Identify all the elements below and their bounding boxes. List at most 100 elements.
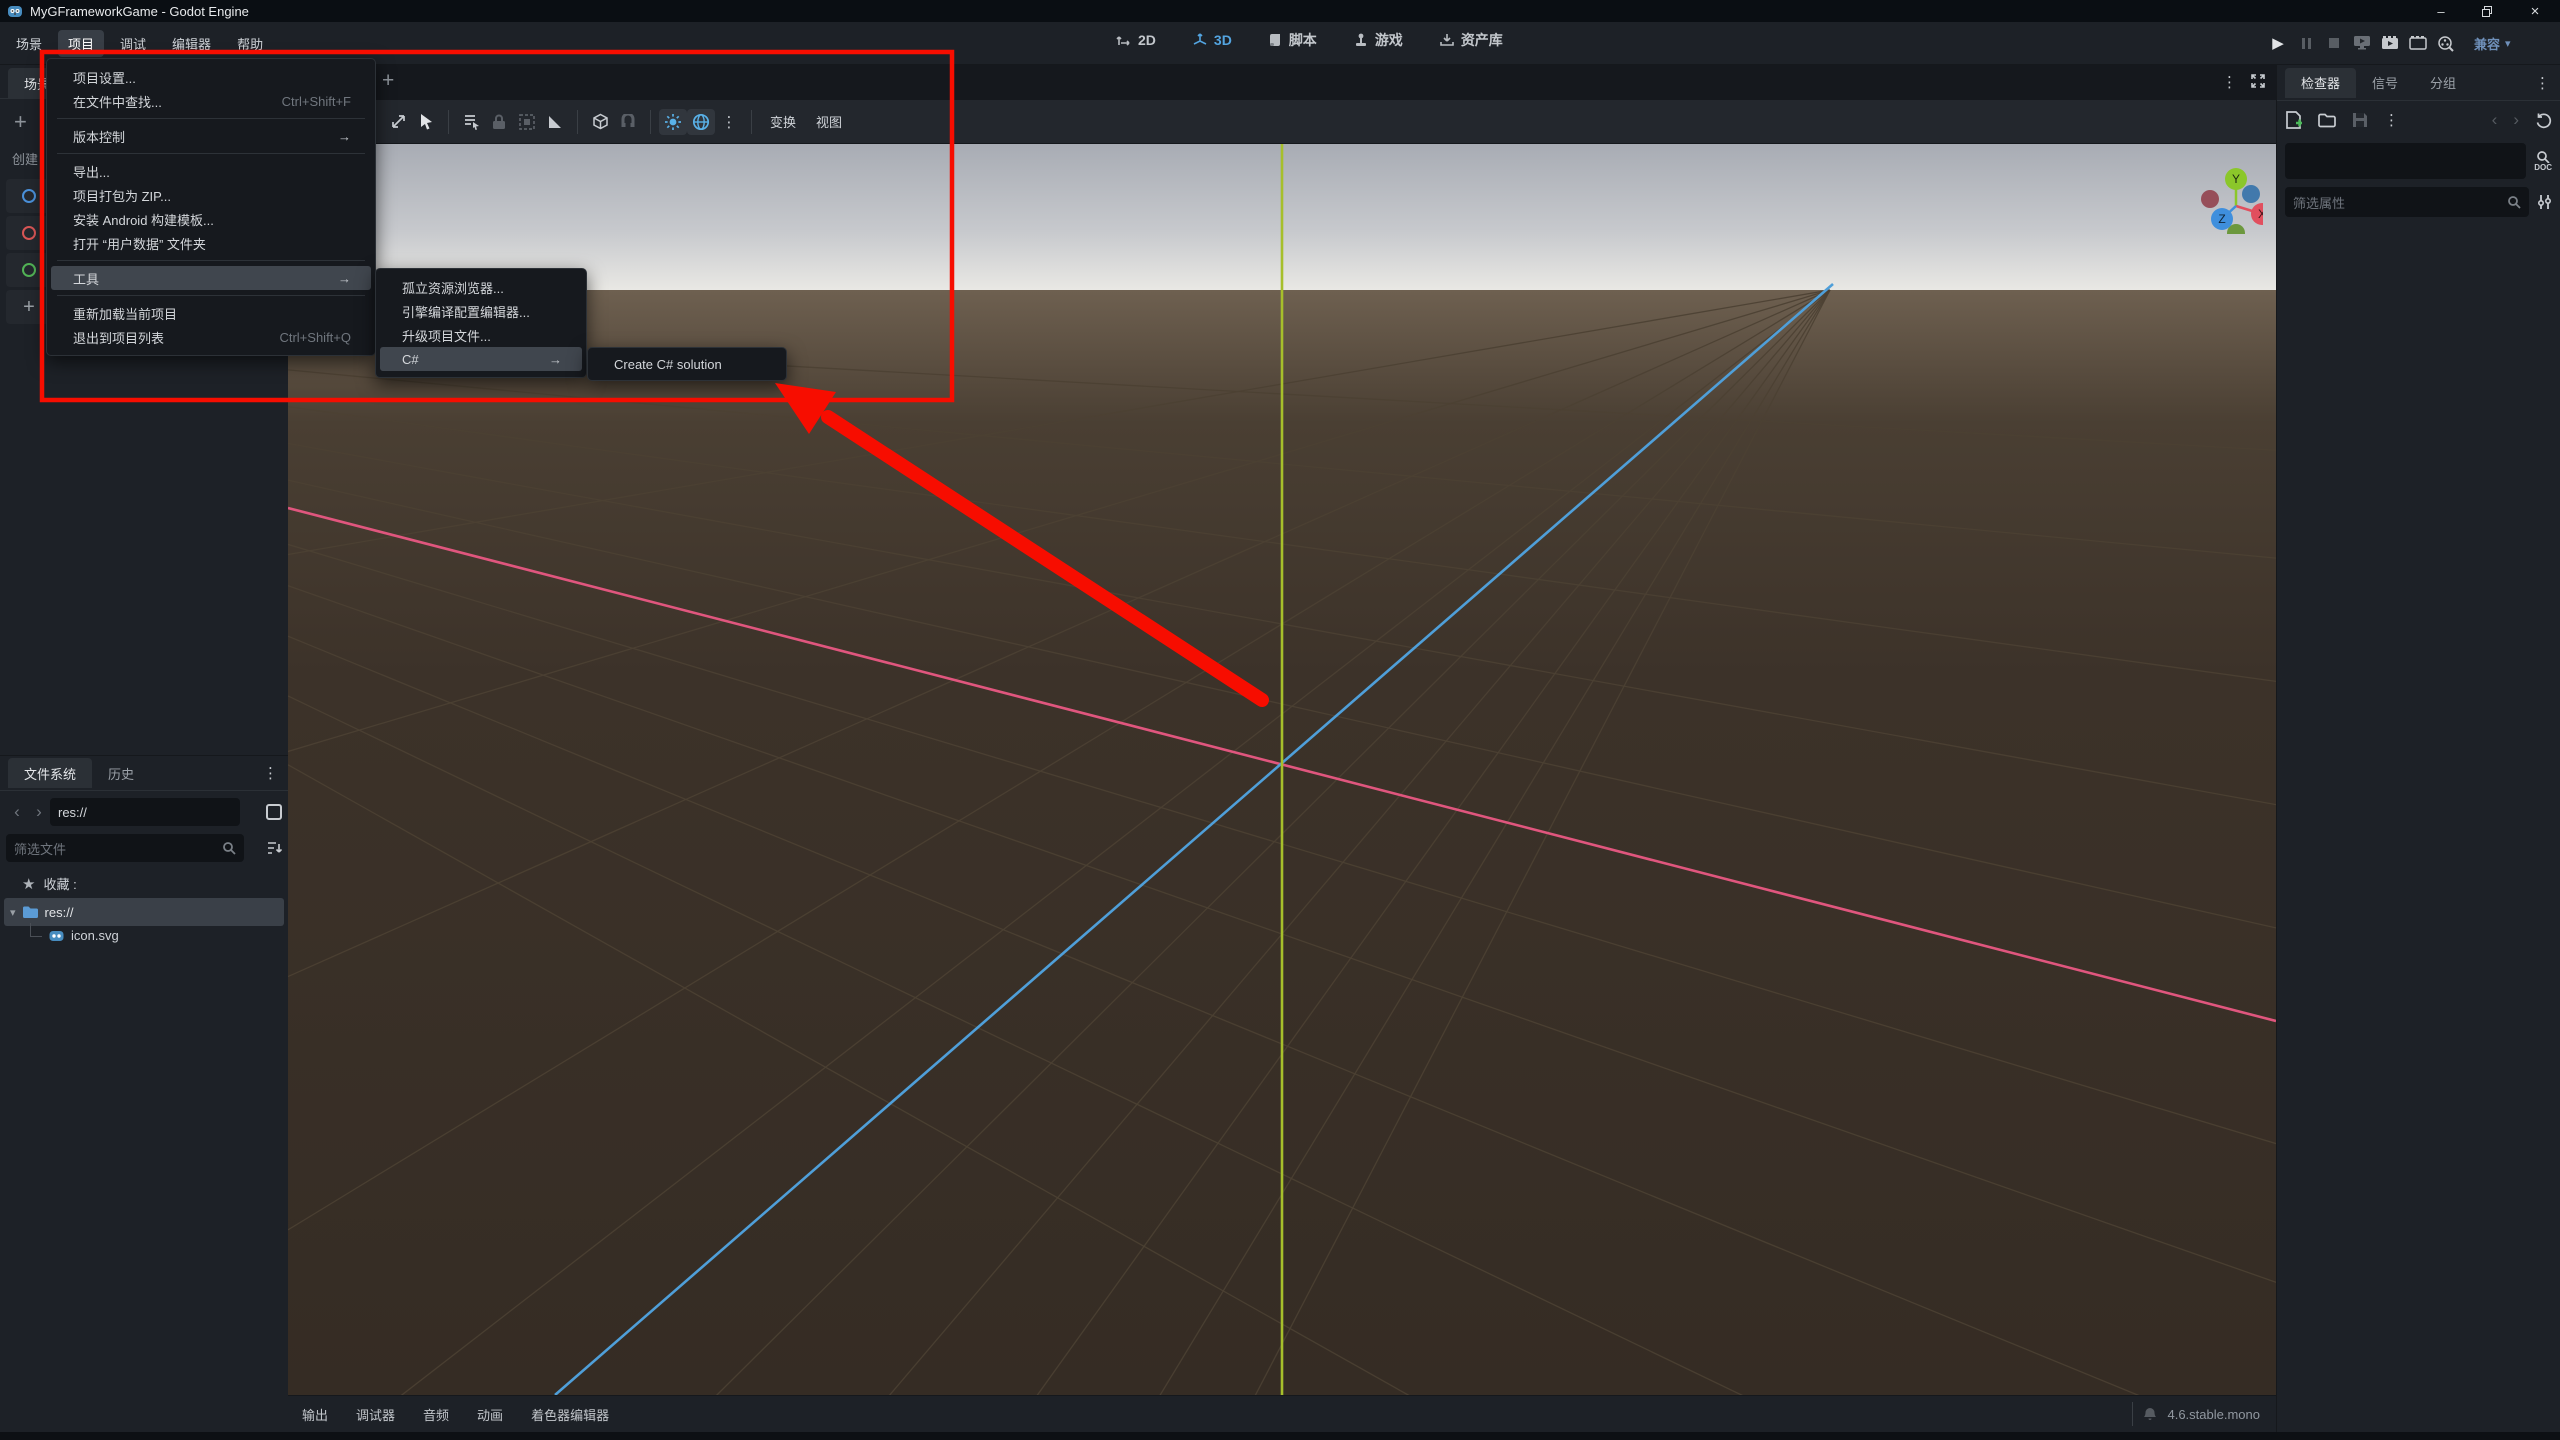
- nav-forward-icon[interactable]: ›: [28, 802, 50, 822]
- play-scene-button[interactable]: [2348, 30, 2376, 56]
- menu-item-quit-to-project-list[interactable]: 退出到项目列表 Ctrl+Shift+Q: [47, 325, 375, 349]
- gizmo-neg-z[interactable]: [2242, 185, 2260, 203]
- menu-item-find-in-files[interactable]: 在文件中查找... Ctrl+Shift+F: [47, 89, 375, 113]
- tree-chevron-icon[interactable]: ▾: [10, 906, 16, 919]
- new-resource-icon[interactable]: [2285, 111, 2302, 129]
- preview-environment-icon[interactable]: [687, 108, 715, 135]
- play-button[interactable]: ▶: [2264, 30, 2292, 56]
- tab-animation[interactable]: 动画: [477, 1405, 503, 1424]
- close-button[interactable]: ×: [2518, 0, 2552, 22]
- expand-viewport-icon[interactable]: [2250, 73, 2266, 89]
- gizmo-neg-x[interactable]: [2201, 190, 2219, 208]
- menu-help[interactable]: 帮助: [227, 30, 273, 57]
- menu-item-install-android-template[interactable]: 安装 Android 构建模板...: [47, 207, 375, 231]
- local-space-icon[interactable]: [586, 109, 614, 135]
- tab-3d[interactable]: 3D: [1192, 32, 1232, 48]
- tab-signals[interactable]: 信号: [2356, 68, 2414, 98]
- ruler-icon[interactable]: [541, 109, 569, 135]
- filter-properties-input[interactable]: 筛选属性: [2285, 187, 2529, 217]
- tree-item-icon-svg[interactable]: icon.svg: [30, 922, 119, 943]
- new-scene-tab-button[interactable]: +: [382, 69, 394, 93]
- tab-output[interactable]: 输出: [302, 1405, 328, 1424]
- menu-item-project-settings[interactable]: 项目设置...: [47, 65, 375, 89]
- path-field[interactable]: res://: [50, 798, 240, 826]
- tree-item-res-root[interactable]: ▾ res://: [4, 898, 284, 926]
- select-mode-icon[interactable]: [412, 109, 440, 135]
- pause-button[interactable]: [2292, 30, 2320, 56]
- menu-project[interactable]: 项目: [58, 30, 105, 57]
- split-view-icon[interactable]: [266, 804, 282, 820]
- tab-debugger[interactable]: 调试器: [356, 1405, 395, 1424]
- resource-options-icon[interactable]: ⋮: [2384, 111, 2399, 129]
- assetlib-download-icon: [1440, 34, 1454, 46]
- history-back-icon[interactable]: ‹: [2492, 110, 2498, 130]
- godot-file-icon: [49, 929, 64, 943]
- lock-icon[interactable]: [485, 109, 513, 135]
- scale-mode-icon[interactable]: [384, 109, 412, 135]
- tab-audio[interactable]: 音频: [423, 1405, 449, 1424]
- menu-item-pack-zip[interactable]: 项目打包为 ZIP...: [47, 183, 375, 207]
- history-forward-icon[interactable]: ›: [2513, 110, 2519, 130]
- minimize-button[interactable]: –: [2424, 0, 2458, 22]
- 2d-icon: [1116, 36, 1130, 46]
- menu-item-csharp[interactable]: C# →: [380, 347, 582, 371]
- menu-debug[interactable]: 调试: [110, 30, 156, 57]
- dock-options-icon[interactable]: ⋮: [2535, 74, 2550, 92]
- open-docs-icon[interactable]: DOC: [2534, 150, 2552, 172]
- tab-shader-editor[interactable]: 着色器编辑器: [531, 1405, 609, 1424]
- play-custom-scene-button[interactable]: [2404, 30, 2432, 56]
- tab-inspector[interactable]: 检查器: [2285, 67, 2357, 98]
- axis-gizmo[interactable]: Y X Z: [2183, 154, 2263, 234]
- menu-item-upgrade-project-files[interactable]: 升级项目文件...: [376, 323, 586, 347]
- folder-icon: [22, 905, 39, 919]
- stop-button[interactable]: [2320, 30, 2348, 56]
- tab-filesystem[interactable]: 文件系统: [8, 758, 93, 788]
- tab-history[interactable]: 历史: [92, 758, 150, 788]
- preview-options-icon[interactable]: ⋮: [715, 109, 743, 135]
- transform-menu[interactable]: 变换: [760, 112, 806, 131]
- load-resource-folder-icon[interactable]: [2318, 113, 2336, 128]
- play-current-scene-button[interactable]: [2376, 30, 2404, 56]
- dock-options-icon[interactable]: ⋮: [263, 764, 278, 782]
- renderer-selector[interactable]: 兼容 ▾: [2474, 34, 2511, 53]
- property-tools-icon[interactable]: [2537, 194, 2552, 210]
- menu-editor[interactable]: 编辑器: [162, 30, 221, 57]
- menu-item-create-csharp-solution[interactable]: Create C# solution: [588, 352, 786, 376]
- menu-item-export[interactable]: 导出...: [47, 159, 375, 183]
- view-menu[interactable]: 视图: [806, 112, 852, 131]
- restore-button[interactable]: [2470, 0, 2504, 22]
- 3d-icon: [1193, 33, 1207, 45]
- menu-item-tools[interactable]: 工具 →: [51, 266, 371, 290]
- chevron-down-icon: ▾: [2505, 37, 2511, 50]
- group-icon[interactable]: [513, 109, 541, 135]
- menu-item-open-user-data-folder[interactable]: 打开 “用户数据” 文件夹: [47, 231, 375, 255]
- menu-scene[interactable]: 场景: [6, 30, 52, 57]
- favorites-label: 收藏 :: [43, 877, 77, 892]
- sort-files-icon[interactable]: [267, 841, 282, 855]
- nav-back-icon[interactable]: ‹: [6, 802, 28, 822]
- tab-script[interactable]: 脚本: [1268, 30, 1317, 50]
- project-menu-popup: 项目设置... 在文件中查找... Ctrl+Shift+F 版本控制 → 导出..…: [46, 58, 376, 356]
- add-node-icon[interactable]: +: [14, 109, 27, 135]
- tab-game[interactable]: 游戏: [1353, 30, 1403, 50]
- list-select-icon[interactable]: [457, 109, 485, 135]
- title-bar: MyGFrameworkGame - Godot Engine – ×: [0, 0, 2560, 22]
- movie-maker-icon[interactable]: [2432, 30, 2460, 56]
- menu-item-version-control[interactable]: 版本控制 →: [47, 124, 375, 148]
- notification-bell-icon[interactable]: [2143, 1407, 2157, 1422]
- scene-tab-options-icon[interactable]: ⋮: [2222, 73, 2237, 91]
- tab-assetlib[interactable]: 资产库: [1439, 30, 1503, 50]
- snap-magnet-icon[interactable]: [614, 109, 642, 135]
- filter-files-input[interactable]: 筛选文件: [6, 834, 244, 862]
- preview-sun-icon[interactable]: [659, 108, 687, 135]
- menu-item-engine-compilation-config[interactable]: 引擎编译配置编辑器...: [376, 299, 586, 323]
- object-history-icon[interactable]: [2535, 112, 2552, 129]
- svg-text:Y: Y: [2232, 172, 2240, 186]
- menu-item-reload-project[interactable]: 重新加载当前项目: [47, 301, 375, 325]
- tab-groups[interactable]: 分组: [2414, 68, 2472, 98]
- save-resource-icon[interactable]: [2352, 112, 2368, 128]
- tab-2d[interactable]: 2D: [1116, 32, 1156, 48]
- 2d-scene-icon: [22, 189, 36, 203]
- filesystem-dock: 文件系统 历史 ⋮ ‹ › res:// 筛选文件 ★ 收藏 : ▾ res:/…: [0, 755, 288, 1432]
- menu-item-orphan-resource-explorer[interactable]: 孤立资源浏览器...: [376, 275, 586, 299]
